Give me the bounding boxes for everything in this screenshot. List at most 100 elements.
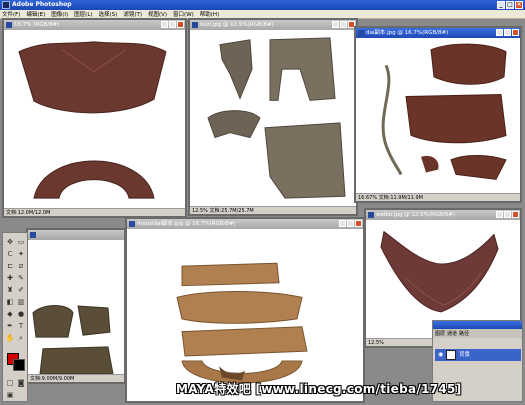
minimize-button[interactable] [161,21,168,28]
crop-tool-icon[interactable]: ⊏ [5,261,15,271]
status-text: 文档:25.7M/25.7M [209,208,254,214]
canvas[interactable] [356,38,520,193]
layer-thumbnail [446,350,456,360]
texture-image [381,43,507,180]
document-icon [368,212,374,218]
document-icon [192,22,198,28]
pen-tool-icon[interactable]: ✒ [5,321,15,331]
window-titlebar[interactable]: dai副本.jpg @ 16.7%(RGB/8#) [356,28,520,38]
hand-tool-icon[interactable]: ✋ [5,333,15,343]
status-bar: 16.67% 文档:11.9M/11.9M [356,193,520,201]
menu-file[interactable]: 文件(F) [2,10,20,18]
screen-mode-icon[interactable]: ▣ [5,390,15,400]
status-text: 文档:12.0M/12.0M [6,210,51,216]
close-button[interactable] [512,29,519,36]
menu-edit[interactable]: 编辑(E) [26,10,45,18]
maximize-button[interactable] [340,21,347,28]
document-icon [30,232,36,238]
move-tool-icon[interactable]: ✥ [5,237,15,247]
magic-wand-icon[interactable]: ✦ [16,249,26,259]
canvas[interactable] [127,229,363,401]
brush-tool-icon[interactable]: ✎ [16,273,26,283]
window-titlebar[interactable]: maozidai副本.jpg @ 16.7%(RGB/8#) [127,219,363,229]
minimize-button[interactable] [332,21,339,28]
document-window-4[interactable]: 文档:9.00M/9.00M [26,228,126,384]
maximize-button[interactable]: □ [506,1,514,9]
menu-image[interactable]: 图像(I) [51,10,68,18]
window-title: maozidai副本.jpg @ 16.7%(RGB/8#) [137,221,236,227]
photoshop-icon [2,1,10,9]
clone-stamp-icon[interactable]: ♜ [5,285,15,295]
minimize-button[interactable] [496,211,503,218]
document-window-1[interactable]: 16.7% (RGB/8#) 文档:12.0M/12.0M [2,18,187,218]
dodge-tool-icon[interactable]: ● [16,309,26,319]
document-icon [6,22,12,28]
type-tool-icon[interactable]: T [16,321,26,331]
healing-brush-icon[interactable]: ✚ [5,273,15,283]
minimize-button[interactable]: _ [497,1,505,9]
document-window-5[interactable]: maozidai副本.jpg @ 16.7%(RGB/8#) [125,217,365,403]
zoom-tool-icon[interactable]: ⌕ [16,333,26,343]
maximize-button[interactable] [504,211,511,218]
standard-mode-icon[interactable]: □ [5,378,15,388]
status-text: 文档:9.00M/9.00M [30,376,75,382]
close-button[interactable] [355,220,362,227]
app-title: Adobe Photoshop [12,1,72,8]
menu-select[interactable]: 选择(S) [99,10,118,18]
zoom-level: 12.5% [368,340,384,346]
maximize-button[interactable] [504,29,511,36]
menu-help[interactable]: 帮助(H) [200,10,219,18]
gradient-tool-icon[interactable]: ▥ [16,297,26,307]
minimize-button[interactable] [496,29,503,36]
status-bar: 文档:12.0M/12.0M [4,208,185,216]
minimize-button[interactable] [339,220,346,227]
status-bar: 文档:9.00M/9.00M [28,374,124,382]
panel-tabs: 图层 通道 路径 [433,329,522,338]
marquee-tool-icon[interactable]: ▭ [16,237,26,247]
slice-tool-icon[interactable]: ⧄ [16,261,26,271]
layer-row[interactable]: ◉ 背景 [435,349,521,361]
window-title: dai副本.jpg @ 16.7%(RGB/8#) [366,30,449,36]
window-titlebar[interactable]: weibo.jpg @ 12.5%(RGB/8#) [366,210,520,220]
window-controls: _ □ × [497,1,523,9]
canvas[interactable] [190,30,356,206]
canvas[interactable] [28,240,124,374]
document-icon [129,221,135,227]
maximize-button[interactable] [169,21,176,28]
eraser-tool-icon[interactable]: ◧ [5,297,15,307]
zoom-level: 16.67% [358,195,378,201]
tab-channels[interactable]: 通道 [447,330,457,337]
window-titlebar[interactable]: kuzi.jpg @ 12.5%(RGB/8#) [190,20,356,30]
tab-paths[interactable]: 路径 [459,330,469,337]
status-bar: 12.5% 文档:25.7M/25.7M [190,206,356,214]
tools-panel: ✥ ▭ ᑕ ✦ ⊏ ⧄ ✚ ✎ ♜ ✐ ◧ ▥ ◆ ● ✒ T ✋ ⌕ □ ◙ … [2,232,28,402]
blur-tool-icon[interactable]: ◆ [5,309,15,319]
menu-layer[interactable]: 图层(L) [74,10,92,18]
window-title: kuzi.jpg @ 12.5%(RGB/8#) [200,22,274,28]
window-title: weibo.jpg @ 12.5%(RGB/8#) [376,212,456,218]
document-window-2[interactable]: kuzi.jpg @ 12.5%(RGB/8#) 12.5% 文档:25.7M/… [188,18,358,216]
zoom-level: 12.5% [192,208,208,214]
close-button[interactable] [512,211,519,218]
texture-image [32,305,114,374]
canvas[interactable] [4,30,185,208]
tab-layers[interactable]: 图层 [435,330,445,337]
window-titlebar[interactable]: 16.7% (RGB/8#) [4,20,185,30]
window-titlebar[interactable] [28,230,124,240]
maximize-button[interactable] [347,220,354,227]
lasso-tool-icon[interactable]: ᑕ [5,249,15,259]
layer-name: 背景 [459,352,471,358]
quick-mask-icon[interactable]: ◙ [16,378,26,388]
panel-titlebar[interactable] [433,321,522,329]
close-button[interactable]: × [515,1,523,9]
menu-window[interactable]: 窗口(W) [173,10,194,18]
menu-view[interactable]: 视图(V) [148,10,167,18]
menu-filter[interactable]: 滤镜(T) [123,10,142,18]
window-title: 16.7% (RGB/8#) [14,22,60,28]
eye-icon[interactable]: ◉ [438,352,444,358]
texture-image [176,262,308,384]
close-button[interactable] [177,21,184,28]
background-color-swatch[interactable] [13,359,25,371]
document-window-3[interactable]: dai副本.jpg @ 16.7%(RGB/8#) 16.67% 文档:11.9… [354,26,522,203]
history-brush-icon[interactable]: ✐ [16,285,26,295]
